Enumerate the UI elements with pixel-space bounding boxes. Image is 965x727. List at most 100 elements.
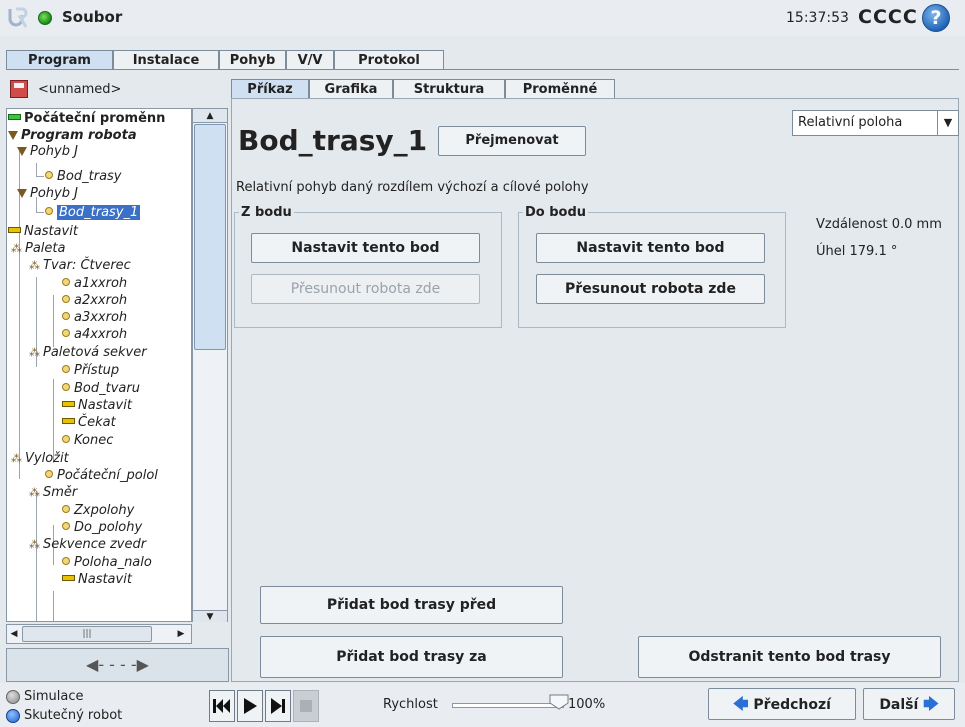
tab-struktura[interactable]: Struktura	[393, 79, 505, 99]
tree-item[interactable]: ⁂ Tvar: Čtverec	[29, 258, 131, 273]
waypoint-icon	[45, 171, 53, 179]
tab-pohyb[interactable]: Pohyb	[219, 50, 286, 70]
tab-divider	[6, 69, 959, 70]
robot-status-icon	[38, 11, 52, 25]
help-icon[interactable]: ?	[922, 4, 950, 32]
speed-value: 100%	[568, 697, 606, 712]
scroll-up-icon[interactable]: ▲	[193, 109, 227, 123]
tree-item[interactable]: ⁂ Sekvence zvedr	[29, 537, 146, 552]
add-waypoint-before-button[interactable]: Přidat bod trasy před	[260, 586, 563, 624]
play-button[interactable]	[237, 690, 263, 722]
stop-button[interactable]	[293, 690, 319, 722]
tree-item[interactable]: Bod_trasy	[45, 169, 122, 184]
tab-vv[interactable]: V/V	[286, 50, 334, 70]
from-point-title: Z bodu	[239, 205, 294, 220]
speed-slider-thumb[interactable]	[549, 694, 569, 710]
tab-instalace[interactable]: Instalace	[113, 50, 219, 70]
tab-protokol[interactable]: Protokol	[334, 50, 444, 70]
speed-slider[interactable]	[452, 703, 564, 708]
speed-label: Rychlost	[383, 697, 438, 712]
next-button[interactable]: Další 🡆	[863, 688, 955, 720]
pallet-icon: ⁂	[29, 259, 40, 272]
tree-item[interactable]: a4xxroh	[62, 327, 127, 342]
from-point-group	[234, 212, 502, 328]
tab-grafika[interactable]: Grafika	[309, 79, 393, 99]
tree-item[interactable]: a1xxroh	[62, 276, 127, 291]
tree-item[interactable]: Nastavit	[62, 398, 132, 413]
step-button[interactable]	[265, 690, 291, 722]
tree-item[interactable]: Čekat	[62, 415, 116, 430]
pallet-icon: ⁂	[11, 452, 22, 465]
angle-readout: Úhel 179.1 °	[816, 244, 898, 259]
move-icon	[17, 147, 27, 156]
set-from-point-button[interactable]: Nastavit tento bod	[251, 233, 480, 263]
waypoint-icon	[45, 470, 53, 478]
skip-to-start-button[interactable]	[209, 690, 235, 722]
simulation-label: Simulace	[24, 689, 84, 704]
tree-item[interactable]: Počáteční_polol	[45, 468, 158, 483]
waypoint-mode-value: Relativní poloha	[798, 115, 903, 130]
scroll-down-icon[interactable]: ▼	[193, 610, 227, 622]
set-to-point-button[interactable]: Nastavit tento bod	[536, 233, 765, 263]
real-robot-radio[interactable]	[6, 709, 20, 723]
tree-item[interactable]: Bod_tvaru	[62, 381, 140, 396]
tree-item[interactable]: Konec	[62, 433, 113, 448]
tree-item[interactable]: Pohyb J	[17, 186, 78, 201]
clock: 15:37:53	[786, 10, 849, 26]
tab-program[interactable]: Program	[6, 50, 113, 70]
tree-item[interactable]: a3xxroh	[62, 310, 127, 325]
tree-item[interactable]: Program robota	[8, 128, 137, 143]
waypoint-icon	[62, 435, 70, 443]
pallet-icon: ⁂	[29, 486, 40, 499]
scroll-right-icon[interactable]: ▶	[172, 625, 190, 643]
arrow-right-icon: 🡆	[923, 695, 939, 713]
variables-icon	[8, 114, 21, 120]
rename-button[interactable]: Přejmenovat	[438, 126, 586, 156]
tree-item[interactable]: Nastavit	[62, 572, 132, 587]
tree-item[interactable]: ⁂ Vyložit	[11, 451, 69, 466]
waypoint-icon	[62, 312, 70, 320]
folder-triangle-icon	[8, 131, 18, 140]
tree-item[interactable]: Přístup	[62, 363, 119, 378]
move-robot-from-button[interactable]: Přesunout robota zde	[251, 274, 480, 304]
tree-item[interactable]: ⁂ Paleta	[11, 241, 65, 256]
remove-waypoint-button[interactable]: Odstranit tento bod trasy	[638, 636, 941, 678]
previous-button[interactable]: 🡄 Předchozí	[708, 688, 856, 720]
ur-logo-icon	[8, 7, 28, 29]
pallet-icon: ⁂	[29, 346, 40, 359]
scroll-thumb[interactable]	[194, 124, 226, 350]
wait-icon	[62, 418, 75, 424]
tree-item[interactable]: Do_polohy	[62, 520, 142, 535]
scroll-left-icon[interactable]: ◀	[7, 625, 21, 643]
tree-item[interactable]: Počáteční proměnn	[8, 111, 165, 126]
tree-item-selected[interactable]: Bod_trasy_1	[45, 205, 141, 220]
set-icon	[62, 575, 75, 581]
simulation-radio[interactable]	[6, 690, 20, 704]
arrow-left-icon: 🡄	[733, 695, 749, 713]
tree-item[interactable]: ⁂ Paletová sekver	[29, 345, 147, 360]
tree-item[interactable]: Poloha_nalo	[62, 555, 152, 570]
file-menu[interactable]: Soubor	[62, 8, 122, 26]
waypoint-icon	[62, 329, 70, 337]
distance-readout: Vzdálenost 0.0 mm	[816, 217, 942, 232]
tree-item[interactable]: ⁂ Směr	[29, 485, 77, 500]
tab-promenne[interactable]: Proměnné	[505, 79, 615, 99]
save-icon[interactable]	[10, 80, 28, 98]
tree-item[interactable]: a2xxroh	[62, 293, 127, 308]
to-point-title: Do bodu	[523, 205, 589, 220]
tree-item[interactable]: Nastavit	[8, 224, 78, 239]
waypoint-icon	[62, 383, 70, 391]
scroll-thumb-horizontal[interactable]: |||	[22, 626, 152, 642]
tree-item[interactable]: Zxpolohy	[62, 503, 134, 518]
set-icon	[62, 401, 75, 407]
waypoint-title: Bod_trasy_1	[238, 124, 428, 157]
waypoint-icon	[62, 557, 70, 565]
tree-item[interactable]: Pohyb J	[17, 144, 78, 159]
dropdown-arrow-icon[interactable]: ▼	[937, 111, 958, 135]
program-tree[interactable]: Počáteční proměnn Program robota Pohyb J…	[6, 108, 192, 622]
tab-prikaz[interactable]: Příkaz	[231, 79, 309, 100]
step-icon	[271, 698, 285, 714]
add-waypoint-after-button[interactable]: Přidat bod trasy za	[260, 636, 563, 678]
tree-navigation-button[interactable]: ◀- - - -▶	[6, 648, 229, 682]
move-robot-to-button[interactable]: Přesunout robota zde	[536, 274, 765, 304]
